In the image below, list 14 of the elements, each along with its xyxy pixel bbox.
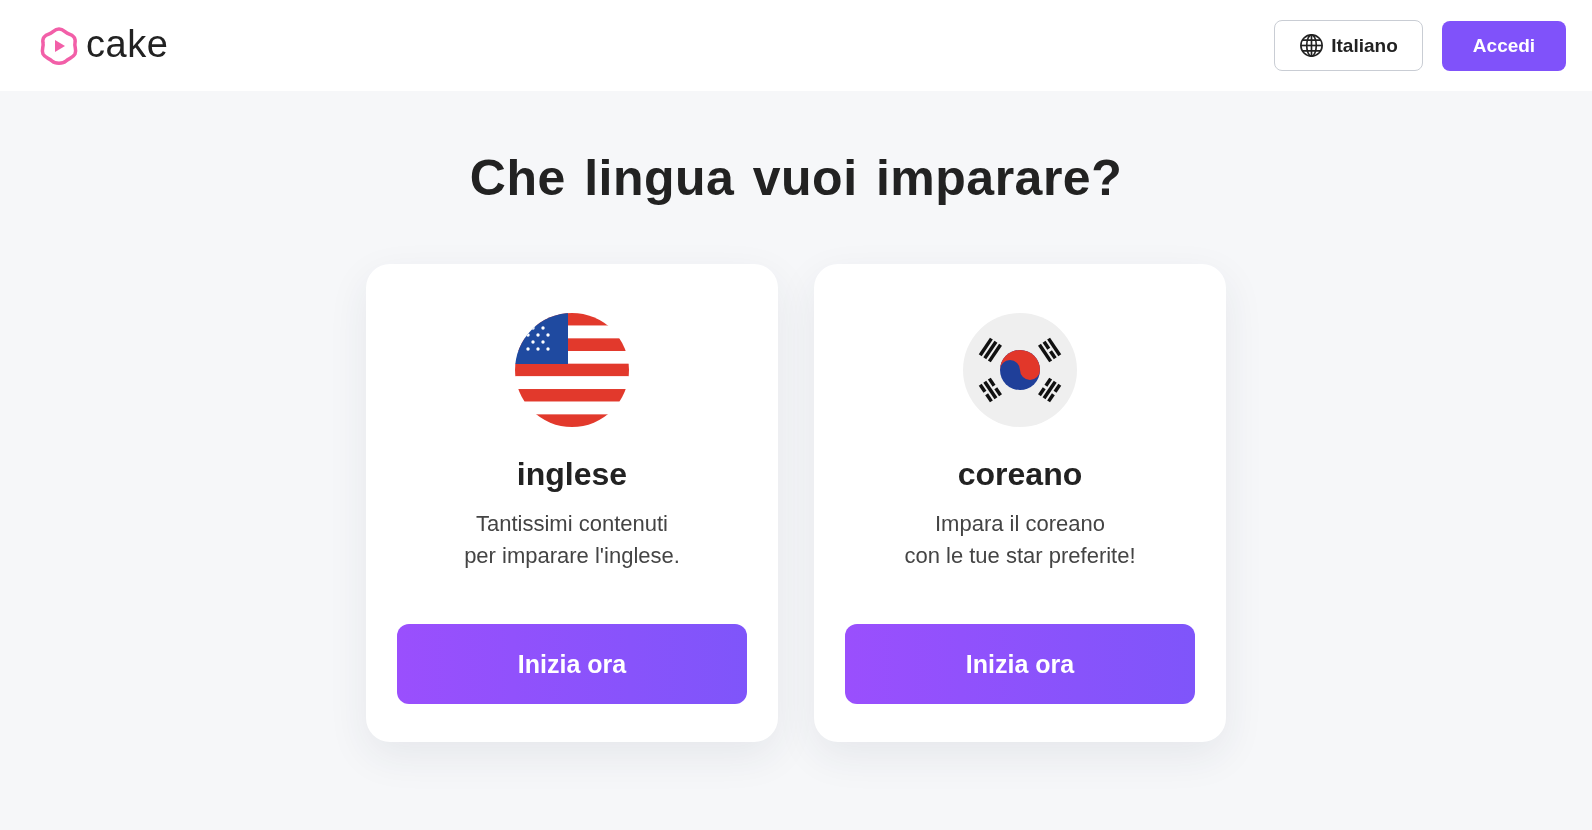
start-button[interactable]: Inizia ora [397,624,747,704]
page-title: Che lingua vuoi imparare? [469,149,1123,208]
us-flag-icon [515,313,629,427]
start-button[interactable]: Inizia ora [845,624,1195,704]
language-name: inglese [516,455,628,493]
language-description: Tantissimi contenuti per imparare l'inglese. [464,510,680,570]
globe-icon [1299,33,1325,58]
play-badge-icon[interactable] [39,25,79,66]
language-description: Impara il coreano con le tue star preferite! [904,510,1136,570]
language-name: coreano [957,455,1083,493]
language-button[interactable]: Italiano [1274,20,1423,71]
korea-flag-icon [963,313,1077,427]
logo-text[interactable]: cake [86,24,169,67]
login-button[interactable]: Accedi [1442,20,1566,71]
